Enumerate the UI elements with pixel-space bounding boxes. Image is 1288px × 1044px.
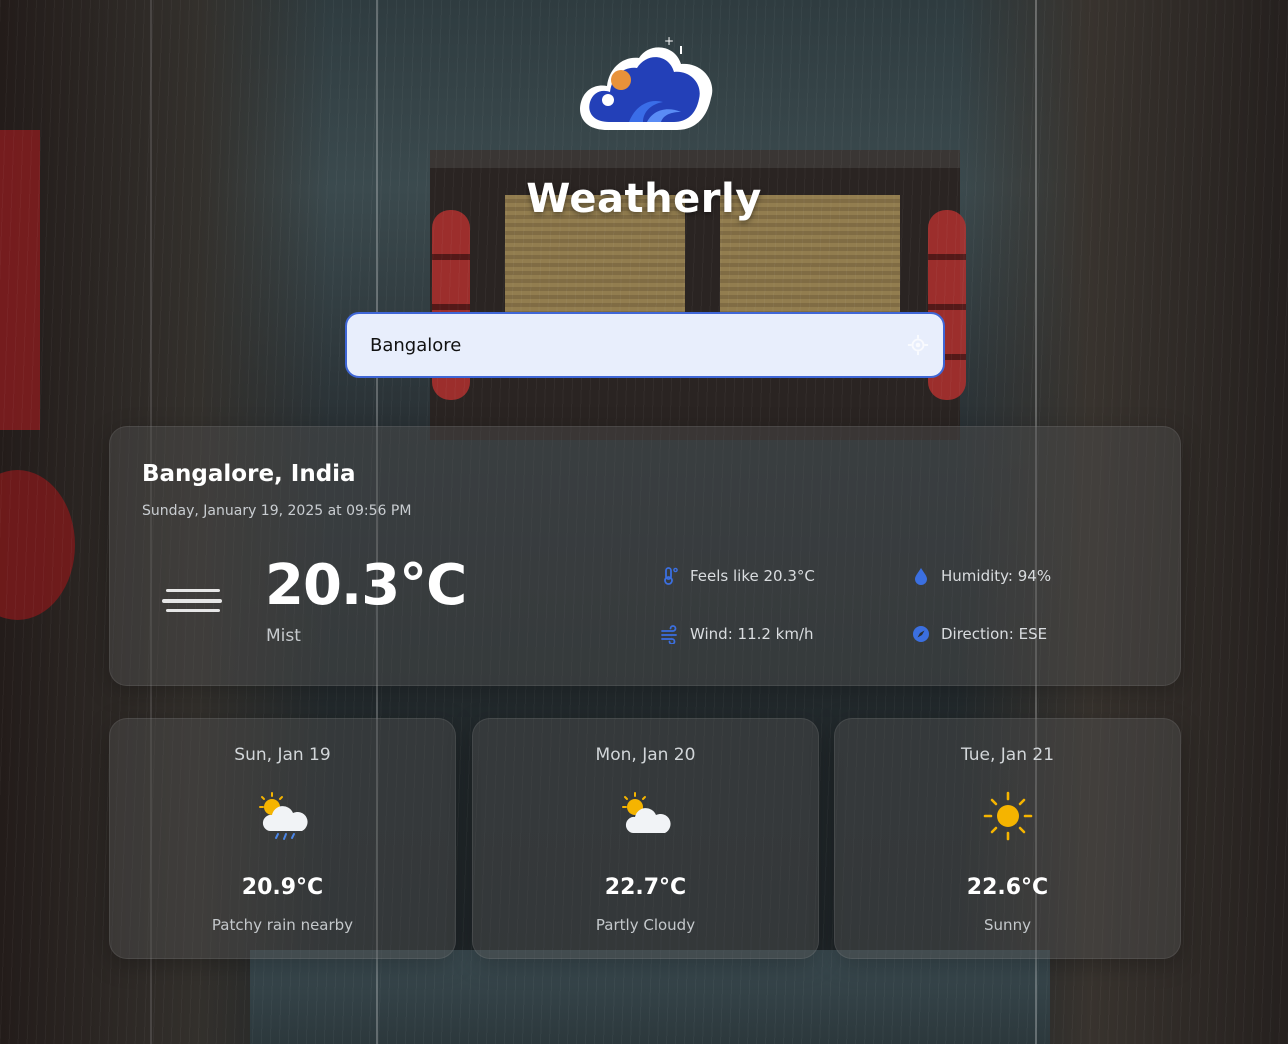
forecast-date: Sun, Jan 19	[234, 745, 331, 765]
forecast-description: Partly Cloudy	[595, 916, 696, 934]
wind-detail: Wind: 11.2 km/h	[660, 624, 814, 644]
sun-cloud-rain-icon	[258, 792, 308, 840]
forecast-temperature: 22.7°C	[604, 875, 687, 900]
locate-me-icon[interactable]	[907, 334, 929, 356]
svg-text:+: +	[664, 34, 674, 48]
current-condition: Mist	[266, 626, 301, 646]
forecast-card: Mon, Jan 20 22.7°C Partly Cloudy	[472, 718, 819, 959]
droplet-icon	[915, 568, 927, 585]
feels-like-text: Feels like 20.3°C	[690, 567, 815, 585]
wind-text: Wind: 11.2 km/h	[690, 625, 814, 643]
city-search-input[interactable]	[347, 314, 907, 376]
weatherly-logo-icon: +	[580, 34, 713, 131]
wind-icon	[661, 625, 677, 644]
forecast-date: Mon, Jan 20	[595, 745, 696, 765]
forecast-description: Sunny	[984, 916, 1031, 934]
humidity-detail: Humidity: 94%	[911, 566, 1051, 586]
feels-like-detail: Feels like 20.3°C	[660, 566, 815, 586]
forecast-date: Tue, Jan 21	[960, 745, 1055, 765]
partly-cloudy-icon	[621, 792, 671, 833]
compass-icon	[913, 626, 929, 642]
direction-detail: Direction: ESE	[911, 624, 1047, 644]
sun-icon	[983, 791, 1032, 841]
search-box[interactable]	[345, 312, 945, 378]
forecast-card: Tue, Jan 21 22.6°C Sunny	[834, 718, 1181, 959]
thermometer-icon	[664, 567, 678, 585]
location-name: Bangalore, India	[142, 461, 356, 487]
mist-icon	[162, 589, 222, 612]
direction-text: Direction: ESE	[941, 625, 1048, 643]
current-datetime: Sunday, January 19, 2025 at 09:56 PM	[142, 503, 412, 519]
forecast-temperature: 22.6°C	[966, 875, 1049, 900]
current-temperature: 20.3°C	[265, 553, 467, 618]
forecast-description: Patchy rain nearby	[211, 916, 354, 934]
app-title: Weatherly	[526, 176, 762, 222]
humidity-text: Humidity: 94%	[941, 567, 1052, 585]
forecast-card: Sun, Jan 19 20.9°C Patchy rain nearby	[109, 718, 456, 959]
current-weather-card: Bangalore, India Sunday, January 19, 202…	[109, 426, 1181, 686]
forecast-temperature: 20.9°C	[241, 875, 324, 900]
